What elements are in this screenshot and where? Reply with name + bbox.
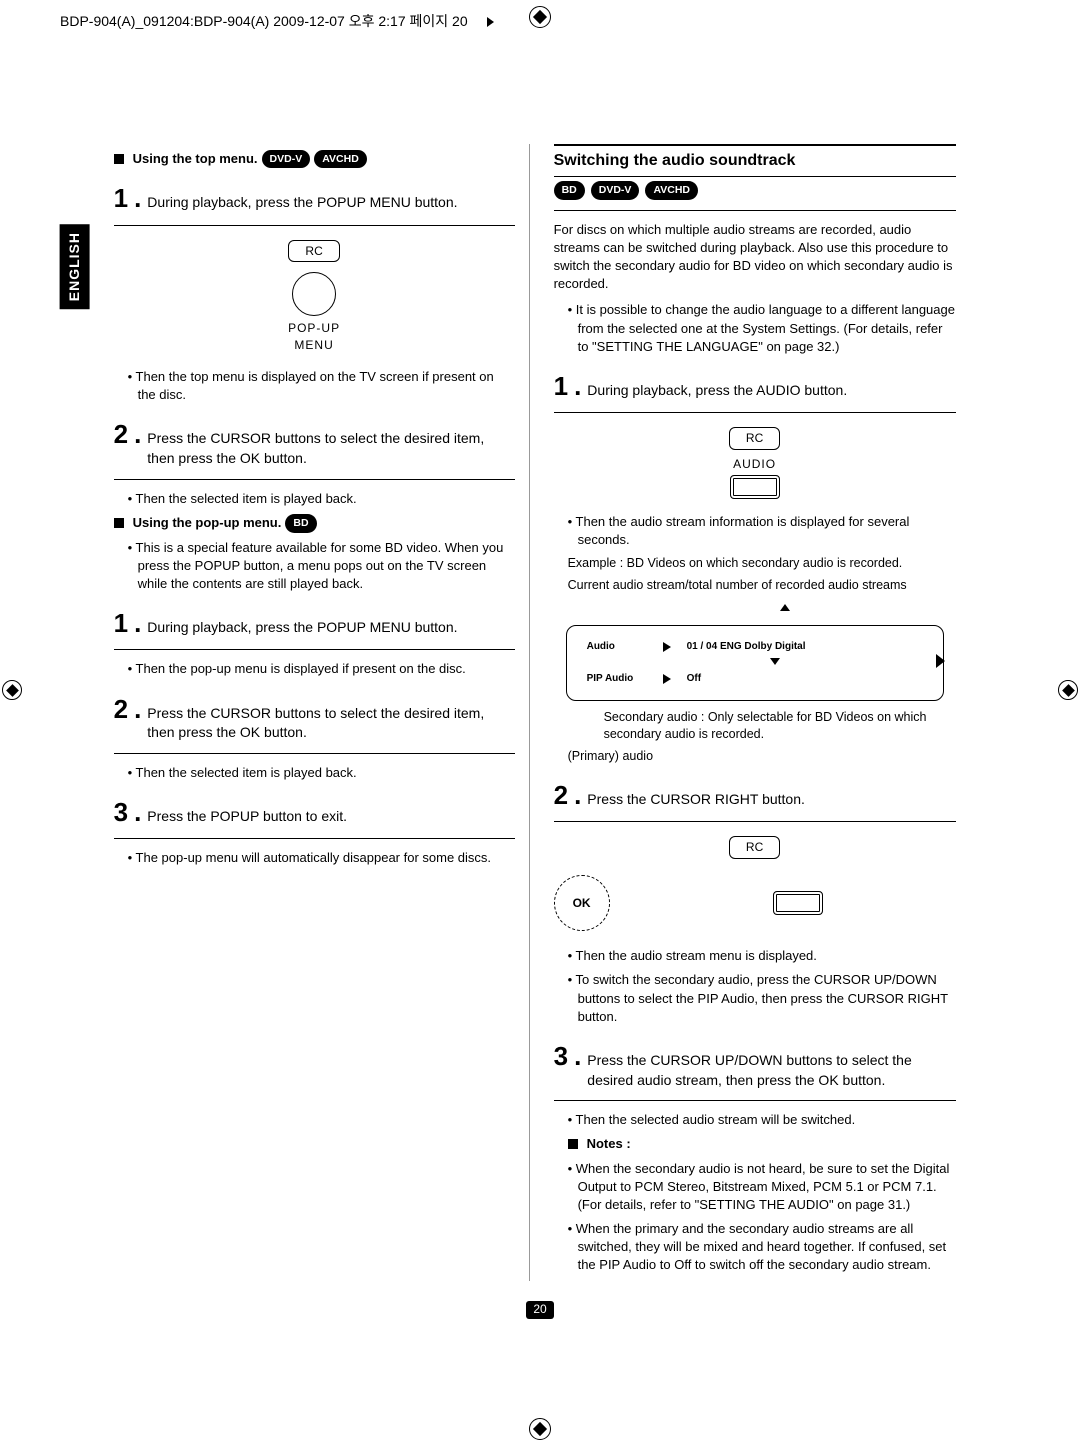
rc-popup-diagram: RC POP-UP MENU: [114, 240, 515, 354]
popup-label: POP-UP: [114, 320, 515, 337]
bd-badge: BD: [285, 514, 316, 533]
popup-note: This is a special feature available for …: [128, 539, 515, 594]
separator: [554, 210, 956, 211]
using-top-menu-heading: Using the top menu. DVD-V AVCHD: [114, 150, 515, 169]
audio-step-2-result-2: To switch the secondary audio, press the…: [568, 971, 956, 1026]
rc-label: RC: [288, 240, 339, 263]
menu-label: MENU: [114, 337, 515, 354]
down-arrow-icon: [770, 658, 780, 665]
audio-panel: Audio 01 / 04 ENG Dolby Digital PIP Audi…: [566, 625, 944, 701]
audio-step-2: 2. Press the CURSOR RIGHT button.: [554, 777, 956, 813]
audio-label: AUDIO: [554, 456, 956, 473]
audio-step-2-result-1: Then the audio stream menu is displayed.: [568, 947, 956, 965]
using-popup-menu-label: Using the pop-up menu.: [133, 514, 282, 532]
audio-step-2-text: Press the CURSOR RIGHT button.: [587, 790, 805, 812]
pip-audio-value: Off: [687, 672, 701, 686]
panel-right-arrow-icon: [936, 654, 945, 668]
separator: [114, 479, 515, 480]
play-icon: [663, 674, 671, 684]
square-bullet-icon: [114, 154, 124, 164]
step-1: 1. During playback, press the POPUP MENU…: [114, 180, 515, 216]
reg-mark-right: [1058, 680, 1078, 700]
popup-step-2-result: Then the selected item is played back.: [128, 764, 515, 782]
header-filename: BDP-904(A)_091204:BDP-904(A) 2009-12-07 …: [60, 12, 468, 32]
separator: [114, 225, 515, 226]
audio-step-1-text: During playback, press the AUDIO button.: [587, 381, 847, 403]
notes-heading: Notes :: [568, 1135, 956, 1153]
popup-step-3-text: Press the POPUP button to exit.: [147, 807, 347, 829]
step-2: 2. Press the CURSOR buttons to select th…: [114, 416, 515, 470]
popup-step-1-text: During playback, press the POPUP MENU bu…: [147, 618, 457, 640]
page-content: ENGLISH Using the top menu. DVD-V AVCHD …: [0, 44, 1080, 1281]
rc-label: RC: [729, 836, 780, 859]
left-column: Using the top menu. DVD-V AVCHD 1. Durin…: [100, 144, 530, 1281]
popup-step-1: 1. During playback, press the POPUP MENU…: [114, 605, 515, 641]
popup-step-2-text: Press the CURSOR buttons to select the d…: [147, 704, 514, 745]
dvdv-badge: DVD-V: [262, 150, 311, 169]
separator: [114, 753, 515, 754]
intro-bullet: It is possible to change the audio langu…: [568, 301, 956, 356]
secondary-audio-note: Secondary audio : Only selectable for BD…: [604, 709, 942, 744]
reg-mark-top: [529, 6, 551, 28]
popup-step-3-result: The pop-up menu will automatically disap…: [128, 849, 515, 867]
audio-label: Audio: [587, 640, 647, 654]
square-bullet-icon: [568, 1139, 578, 1149]
rc-button-icon: [292, 272, 336, 316]
rc-ok-diagram: RC OK: [554, 836, 956, 931]
note-1: When the secondary audio is not heard, b…: [568, 1160, 956, 1215]
play-icon: [663, 642, 671, 652]
popup-step-3: 3. Press the POPUP button to exit.: [114, 794, 515, 830]
example-text: Example : BD Videos on which secondary a…: [568, 555, 942, 573]
separator: [554, 412, 956, 413]
step-1-text: During playback, press the POPUP MENU bu…: [147, 193, 457, 215]
separator: [554, 821, 956, 822]
audio-value: 01 / 04 ENG Dolby Digital: [687, 640, 806, 654]
intro-text: For discs on which multiple audio stream…: [554, 221, 956, 294]
avchd-badge: AVCHD: [645, 181, 698, 200]
format-badges: BD DVD-V AVCHD: [554, 181, 956, 200]
reg-mark-left: [2, 680, 22, 700]
ok-button-icon: OK: [554, 875, 610, 931]
header-arrow-icon: [487, 17, 494, 27]
switching-audio-title: Switching the audio soundtrack: [554, 144, 956, 177]
pip-audio-label: PIP Audio: [587, 672, 647, 686]
step-2-result: Then the selected item is played back.: [128, 490, 515, 508]
right-column: Switching the audio soundtrack BD DVD-V …: [540, 144, 970, 1281]
reg-mark-bottom: [529, 1418, 551, 1440]
current-stream-text: Current audio stream/total number of rec…: [568, 577, 942, 595]
separator: [554, 1100, 956, 1101]
avchd-badge: AVCHD: [314, 150, 367, 169]
language-tab: ENGLISH: [60, 224, 90, 309]
up-arrow-icon: [780, 604, 790, 611]
rc-label: RC: [729, 427, 780, 450]
audio-step-1: 1. During playback, press the AUDIO butt…: [554, 368, 956, 404]
bd-badge: BD: [554, 181, 585, 200]
audio-step-3-result: Then the selected audio stream will be s…: [568, 1111, 956, 1129]
popup-step-2: 2. Press the CURSOR buttons to select th…: [114, 691, 515, 745]
audio-step-3-text: Press the CURSOR UP/DOWN buttons to sele…: [587, 1051, 955, 1092]
separator: [114, 649, 515, 650]
using-top-menu-label: Using the top menu.: [133, 150, 258, 168]
popup-step-1-result: Then the pop-up menu is displayed if pre…: [128, 660, 515, 678]
note-2: When the primary and the secondary audio…: [568, 1220, 956, 1275]
rc-audio-button-icon: [730, 475, 780, 499]
audio-step-1-result: Then the audio stream information is dis…: [568, 513, 956, 549]
rc-right-button-icon: [773, 891, 823, 915]
page-number: 20: [526, 1301, 554, 1319]
using-popup-menu-heading: Using the pop-up menu. BD: [114, 514, 515, 533]
primary-audio-label: (Primary) audio: [568, 748, 942, 766]
square-bullet-icon: [114, 518, 124, 528]
dvdv-badge: DVD-V: [591, 181, 640, 200]
audio-step-3: 3. Press the CURSOR UP/DOWN buttons to s…: [554, 1038, 956, 1092]
notes-label: Notes :: [587, 1135, 631, 1153]
rc-audio-diagram: RC AUDIO: [554, 427, 956, 499]
step-1-result: Then the top menu is displayed on the TV…: [128, 368, 515, 404]
separator: [114, 838, 515, 839]
step-2-text: Press the CURSOR buttons to select the d…: [147, 429, 514, 470]
